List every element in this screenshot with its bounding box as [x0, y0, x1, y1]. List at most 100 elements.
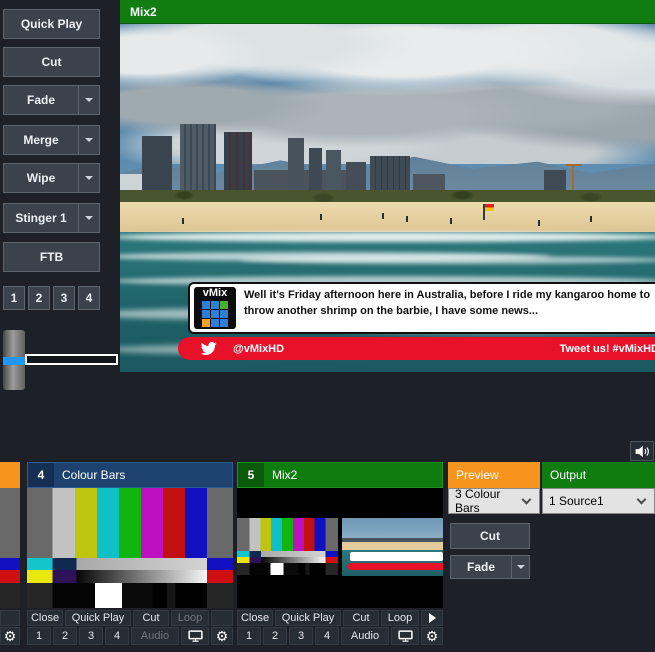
input-4-number: 4	[28, 463, 54, 487]
input-4-overlay-3-button[interactable]: 3	[79, 627, 103, 645]
quick-play-label: Quick Play	[4, 17, 99, 31]
social-message-text: Well it's Friday afternoon here in Austr…	[244, 287, 651, 329]
input-5-number: 5	[238, 463, 264, 487]
output-bus-label: Output	[542, 468, 586, 482]
overlay-4-button[interactable]: 4	[78, 286, 100, 310]
gear-icon: ⚙	[4, 629, 17, 643]
ftb-button[interactable]: FTB	[3, 242, 100, 272]
output-source-select[interactable]: 1 Source1	[542, 488, 655, 514]
overlay-1-label: 1	[11, 291, 18, 305]
merge-dropdown-button[interactable]	[78, 126, 99, 154]
output-source-value: 1 Source1	[543, 494, 604, 508]
social-ticker-bar: @vMixHD Tweet us! #vMixHD	[178, 337, 655, 360]
chevron-down-icon	[85, 216, 93, 220]
stinger-button[interactable]: Stinger 1	[3, 203, 100, 233]
overlay-3-label: 3	[61, 291, 68, 305]
overlay-4-label: 4	[86, 291, 93, 305]
monitor-icon	[398, 630, 413, 642]
tbar-handle[interactable]	[3, 330, 25, 390]
input-4-settings-button[interactable]: ⚙	[211, 627, 233, 645]
input-5-overlay-2-button[interactable]: 2	[263, 627, 287, 645]
tbar-track[interactable]	[25, 354, 118, 365]
vmix-logo-grid	[202, 301, 228, 327]
preview-bus-header: Preview	[448, 462, 540, 488]
input-5-overlay-4-button[interactable]: 4	[315, 627, 339, 645]
stinger-label: Stinger 1	[4, 211, 78, 225]
vmix-logo-text: vMix	[203, 287, 227, 300]
mixer-fade-label: Fade	[451, 560, 511, 574]
chevron-down-icon	[85, 98, 93, 102]
input-4-quick-play-button[interactable]: Quick Play	[65, 610, 131, 626]
mixer-cut-button[interactable]: Cut	[450, 523, 530, 549]
input-4-thumbnail[interactable]	[27, 488, 233, 608]
input-5-play-button[interactable]	[421, 610, 443, 626]
beach-sand	[120, 202, 655, 234]
lifeguard-flag	[485, 204, 494, 211]
merge-label: Merge	[4, 133, 78, 147]
vmix-app: Quick Play Cut Fade Merge Wipe Stinger 1…	[0, 0, 655, 652]
overlay-2-button[interactable]: 2	[28, 286, 50, 310]
input-5-cut-button[interactable]: Cut	[343, 610, 379, 626]
preview-bus-label: Preview	[448, 468, 499, 482]
input-4-loop-button[interactable]: Loop	[171, 610, 209, 626]
ftb-label: FTB	[4, 250, 99, 264]
video-frame: vMix Well it's Friday afternoon here in …	[120, 24, 655, 372]
preview-source-value: 3 Colour Bars	[449, 487, 523, 515]
input-4-overlay-2-button[interactable]: 2	[53, 627, 77, 645]
overlay-1-button[interactable]: 1	[3, 286, 25, 310]
overlay-2-label: 2	[36, 291, 43, 305]
input-4-header[interactable]: 4 Colour Bars	[27, 462, 233, 488]
input-5-audio-button[interactable]: Audio	[341, 627, 389, 645]
input-3-row-partial	[0, 610, 20, 626]
input-5-thumbnail[interactable]	[237, 488, 443, 608]
cut-button[interactable]: Cut	[3, 47, 100, 77]
preview-source-select[interactable]: 3 Colour Bars	[448, 488, 540, 514]
monitor-icon	[188, 630, 203, 642]
mixer-fade-button[interactable]: Fade	[450, 555, 530, 579]
output-bus-header: Output	[542, 462, 655, 488]
mixer-fade-dropdown-button[interactable]	[511, 556, 529, 578]
mix-thumb-colour-bars	[237, 518, 338, 575]
input-4-overlay-1-button[interactable]: 1	[27, 627, 51, 645]
wipe-label: Wipe	[4, 171, 78, 185]
social-message-box: vMix Well it's Friday afternoon here in …	[188, 282, 655, 334]
social-handle: @vMixHD	[233, 343, 284, 355]
input-5-settings-button[interactable]: ⚙	[421, 627, 443, 645]
wipe-button[interactable]: Wipe	[3, 163, 100, 193]
input-5-loop-button[interactable]: Loop	[381, 610, 419, 626]
chevron-down-icon	[517, 565, 525, 569]
mixer-cut-label: Cut	[451, 529, 529, 543]
speaker-icon	[634, 445, 650, 458]
input-3-header-partial[interactable]	[0, 462, 20, 488]
gear-icon: ⚙	[216, 629, 229, 643]
input-3-settings-button[interactable]: ⚙	[0, 627, 20, 645]
chevron-down-icon	[637, 495, 647, 505]
input-5-quick-play-button[interactable]: Quick Play	[275, 610, 341, 626]
input-4-close-button[interactable]: Close	[27, 610, 63, 626]
wipe-dropdown-button[interactable]	[78, 164, 99, 192]
play-icon	[429, 613, 436, 623]
input-4-fullscreen-button[interactable]	[181, 627, 209, 645]
fade-dropdown-button[interactable]	[78, 86, 99, 114]
fade-button[interactable]: Fade	[3, 85, 100, 115]
stinger-dropdown-button[interactable]	[78, 204, 99, 232]
overlay-3-button[interactable]: 3	[53, 286, 75, 310]
input-5-header[interactable]: 5 Mix2	[237, 462, 443, 488]
input-4-name: Colour Bars	[54, 468, 125, 482]
tbar-position-stripe	[3, 357, 25, 365]
input-5-fullscreen-button[interactable]	[391, 627, 419, 645]
chevron-down-icon	[85, 138, 93, 142]
cut-label: Cut	[4, 55, 99, 69]
master-audio-button[interactable]	[630, 441, 654, 461]
quick-play-button[interactable]: Quick Play	[3, 9, 100, 39]
input-5-overlay-1-button[interactable]: 1	[237, 627, 261, 645]
input-4-cut-button[interactable]: Cut	[133, 610, 169, 626]
input-4-audio-button[interactable]: Audio	[131, 627, 179, 645]
mix-thumb-beach	[342, 518, 443, 576]
input-3-thumbnail-partial[interactable]	[0, 488, 20, 608]
input-4-overlay-4-button[interactable]: 4	[105, 627, 129, 645]
input-5-close-button[interactable]: Close	[237, 610, 273, 626]
input-5-overlay-3-button[interactable]: 3	[289, 627, 313, 645]
merge-button[interactable]: Merge	[3, 125, 100, 155]
input-4-row-filler	[211, 610, 233, 626]
